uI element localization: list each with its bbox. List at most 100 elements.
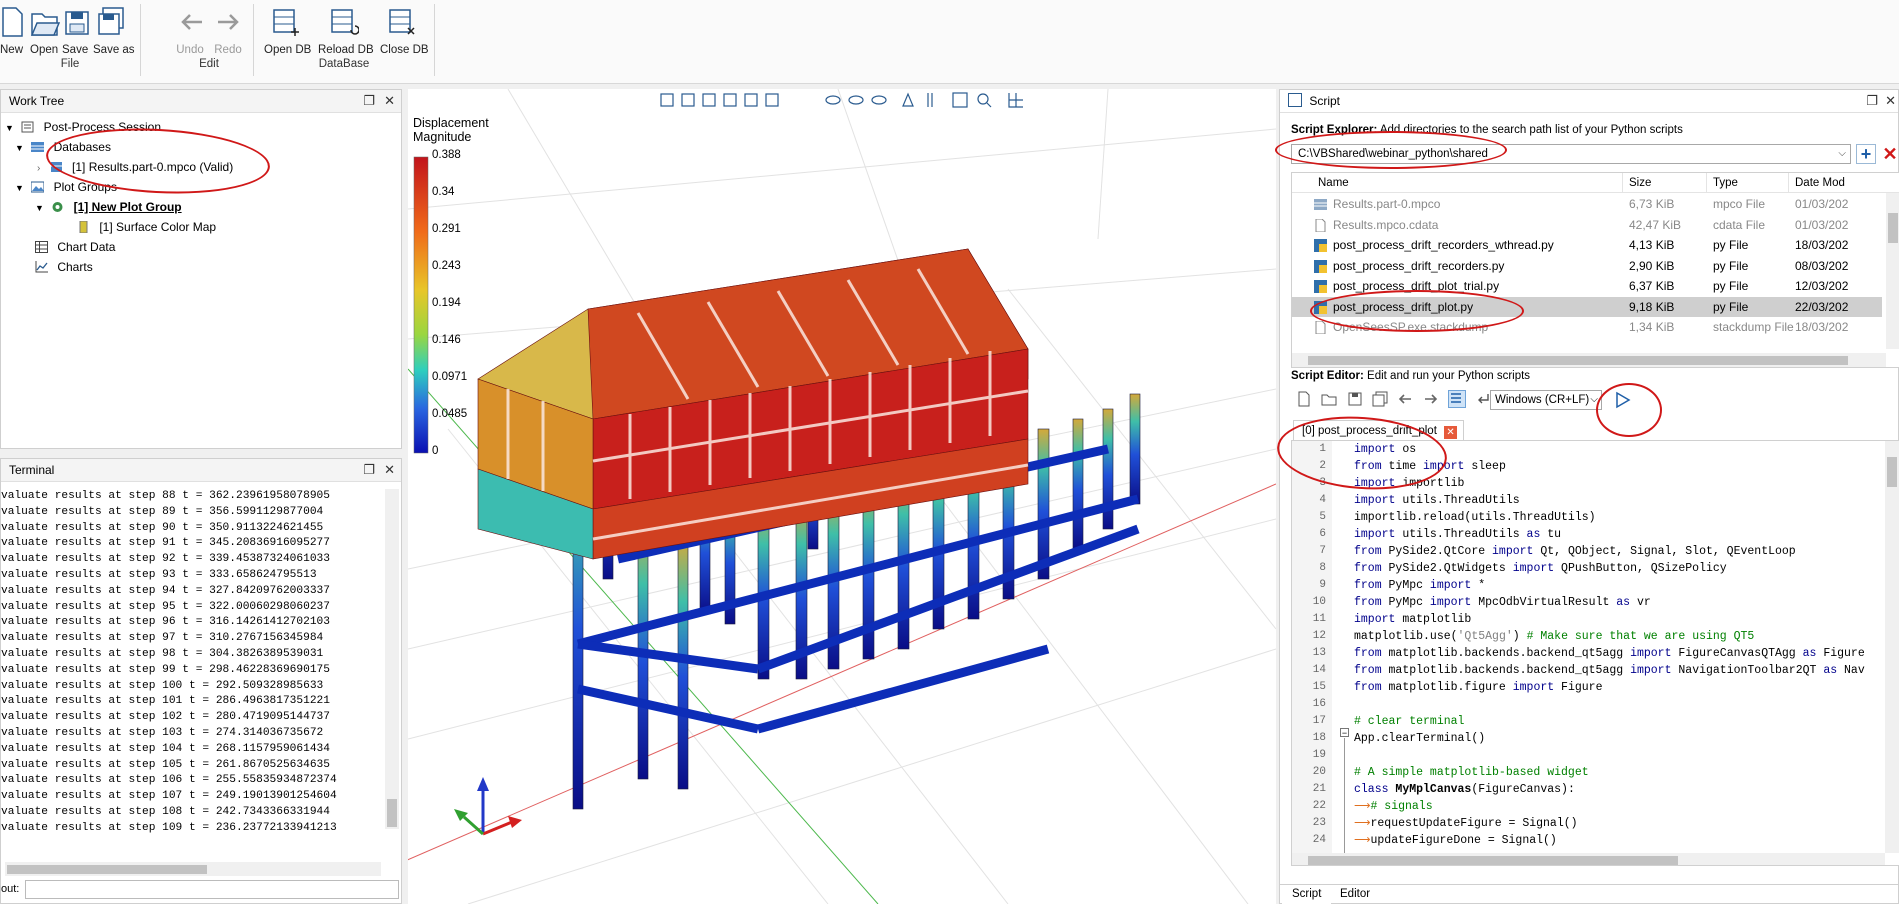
terminal-line: valuate results at step 102 t = 280.4719…: [1, 711, 330, 724]
column-size[interactable]: Size: [1622, 173, 1651, 193]
file-list-horizontal-scrollbar[interactable]: [1292, 353, 1886, 367]
chevron-down-icon: ▼: [15, 143, 24, 153]
code-text-area[interactable]: import os from time import sleep import …: [1354, 441, 1884, 853]
scrollbar-thumb[interactable]: [1308, 856, 1678, 865]
file-row[interactable]: post_process_drift_recorders.py 2,90 KiB p…: [1292, 256, 1882, 276]
close-icon[interactable]: ✕: [1885, 90, 1896, 112]
save-button[interactable]: Save: [62, 4, 89, 56]
legend-tick-label: 0.194: [432, 297, 461, 309]
open-db-button[interactable]: Open DB: [264, 4, 311, 56]
line-ending-select[interactable]: Windows (CR+LF) ⌵: [1490, 390, 1602, 410]
undo-button[interactable]: Undo: [176, 4, 204, 56]
open-button[interactable]: Open: [30, 4, 61, 56]
tab-editor[interactable]: Editor: [1330, 885, 1380, 904]
script-panel: Script ❐ ✕ Script Explorer: Add director…: [1279, 89, 1899, 904]
terminal-horizontal-scrollbar[interactable]: [5, 862, 381, 876]
database-group-label: DataBase: [318, 58, 370, 70]
word-wrap-toggle-icon[interactable]: [1448, 390, 1467, 408]
tree-item-plot-groups[interactable]: ▼ Plot Groups: [15, 178, 117, 196]
scrollbar-thumb[interactable]: [7, 865, 207, 874]
code-line-17: # clear terminal: [1354, 715, 1465, 728]
editor-tab[interactable]: [0] post_process_drift_plot ✕: [1293, 420, 1465, 440]
code-editor[interactable]: 1 2 3 4 5 6 7 8 9 10 11 12 13 14 15 16 17 18 19 20 21 22 23 24 …: [1291, 440, 1899, 866]
file-row[interactable]: post_process_drift_recorders_wthread.py 4…: [1292, 235, 1882, 255]
3d-viewport[interactable]: Displacement Magnitude 0.388 0.34 0.291 0.2…: [408, 89, 1276, 904]
new-button[interactable]: New: [0, 4, 23, 56]
tab-script[interactable]: Script: [1282, 885, 1332, 904]
reload-db-button[interactable]: Reload DB: [318, 4, 374, 56]
fold-marker-icon[interactable]: −: [1340, 728, 1349, 738]
terminal-line: valuate results at step 104 t = 268.1157…: [1, 742, 330, 755]
scrollbar-thumb[interactable]: [1887, 457, 1897, 487]
file-list-vertical-scrollbar[interactable]: [1886, 193, 1899, 349]
terminal-line: valuate results at step 93 t = 333.65862…: [1, 568, 317, 581]
building-model[interactable]: [477, 248, 1141, 810]
save-as-button[interactable]: Save as: [93, 4, 135, 56]
redo-button[interactable]: Redo: [214, 4, 242, 56]
file-row[interactable]: Results.mpco.cdata 42,47 KiB cdata File 01/…: [1292, 215, 1882, 235]
float-panel-icon[interactable]: ❐: [363, 90, 375, 112]
close-db-button[interactable]: Close DB: [380, 4, 429, 56]
chevron-down-icon: ⌵: [1838, 148, 1846, 159]
tree-item-new-plot-group[interactable]: ▼ [1] New Plot Group: [35, 198, 182, 216]
code-line-13: from matplotlib.backends.backend_qt5agg …: [1354, 647, 1865, 660]
add-path-button[interactable]: +: [1856, 144, 1876, 164]
chevron-right-icon: ›: [37, 163, 41, 174]
line-number: 4: [1319, 494, 1326, 506]
tree-item-databases[interactable]: ▼ Databases: [15, 138, 111, 156]
float-panel-icon[interactable]: ❐: [1866, 90, 1878, 112]
terminal-line: valuate results at step 97 t = 310.27671…: [1, 632, 324, 645]
line-number: 24: [1312, 834, 1326, 846]
scrollbar-thumb[interactable]: [1308, 356, 1848, 365]
editor-horizontal-scrollbar[interactable]: [1292, 853, 1885, 865]
table-icon: [35, 240, 48, 253]
file-row[interactable]: post_process_drift_plot.py 9,18 KiB py Fil…: [1292, 296, 1882, 317]
file-name: OpenSeesSP.exe.stackdump: [1333, 320, 1489, 334]
tree-item-charts[interactable]: Charts: [35, 258, 93, 276]
terminal-vertical-scrollbar[interactable]: [385, 489, 399, 829]
remove-path-button[interactable]: ✕: [1880, 144, 1899, 164]
code-line-5: importlib.reload(utils.ThreadUtils): [1354, 511, 1596, 524]
new-script-icon[interactable]: [1296, 391, 1312, 407]
terminal-title-bar: Terminal ❐ ✕: [1, 459, 401, 482]
script-path-combobox[interactable]: C:\VBShared\webinar_python\shared ⌵: [1291, 144, 1851, 164]
run-script-button[interactable]: [1612, 390, 1632, 410]
script-file-list[interactable]: Name Size Type Date Mod Results.part-0.m…: [1291, 172, 1899, 368]
line-number: 12: [1312, 630, 1326, 642]
viewport-scene[interactable]: [408, 89, 1276, 904]
back-arrow-icon[interactable]: [1397, 391, 1413, 407]
red-x-icon: ✕: [1882, 144, 1898, 164]
file-date: 18/03/202: [1795, 238, 1849, 252]
tree-item-chart-data[interactable]: Chart Data: [35, 238, 115, 256]
line-number: 5: [1319, 511, 1326, 523]
scrollbar-thumb[interactable]: [1888, 213, 1898, 243]
close-tab-icon[interactable]: ✕: [1444, 426, 1458, 439]
file-row[interactable]: OpenSeesSP.exe.stackdump 1,34 KiB stackdum…: [1292, 317, 1882, 337]
column-name[interactable]: Name: [1318, 173, 1349, 193]
terminal-output[interactable]: valuate results at step 88 t = 362.23961…: [1, 489, 385, 841]
file-row[interactable]: Results.part-0.mpco 6,73 KiB mpco File 01/0…: [1292, 194, 1882, 214]
database-reload-icon: [329, 4, 360, 40]
open-script-icon[interactable]: [1321, 391, 1337, 407]
close-icon[interactable]: ✕: [384, 459, 395, 481]
line-number: 13: [1312, 647, 1326, 659]
close-icon[interactable]: ✕: [384, 90, 395, 112]
column-type[interactable]: Type: [1706, 173, 1738, 193]
terminal-line: valuate results at step 95 t = 322.00060…: [1, 600, 330, 613]
float-panel-icon[interactable]: ❐: [363, 459, 375, 481]
save-script-icon[interactable]: [1347, 391, 1363, 407]
terminal-input[interactable]: [25, 880, 399, 899]
forward-arrow-icon[interactable]: [1423, 391, 1439, 407]
file-row[interactable]: post_process_drift_plot_trial.py 6,37 KiB…: [1292, 276, 1882, 296]
scrollbar-thumb[interactable]: [387, 799, 397, 827]
code-line-23: ⟶requestUpdateFigure = Signal(): [1354, 817, 1578, 830]
editor-vertical-scrollbar[interactable]: [1885, 441, 1899, 853]
save-as-script-icon[interactable]: [1372, 391, 1388, 407]
tree-item-session[interactable]: ▼ Post-Process Session: [5, 118, 161, 136]
tree-item-surface-map[interactable]: [1] Surface Color Map: [77, 218, 216, 236]
terminal-line: valuate results at step 107 t = 249.1901…: [1, 790, 337, 803]
legend-tick-label: 0.291: [432, 223, 461, 235]
tree-item-result-db[interactable]: › [1] Results.part-0.mpco (Valid): [37, 158, 233, 176]
column-date[interactable]: Date Mod: [1788, 173, 1845, 193]
